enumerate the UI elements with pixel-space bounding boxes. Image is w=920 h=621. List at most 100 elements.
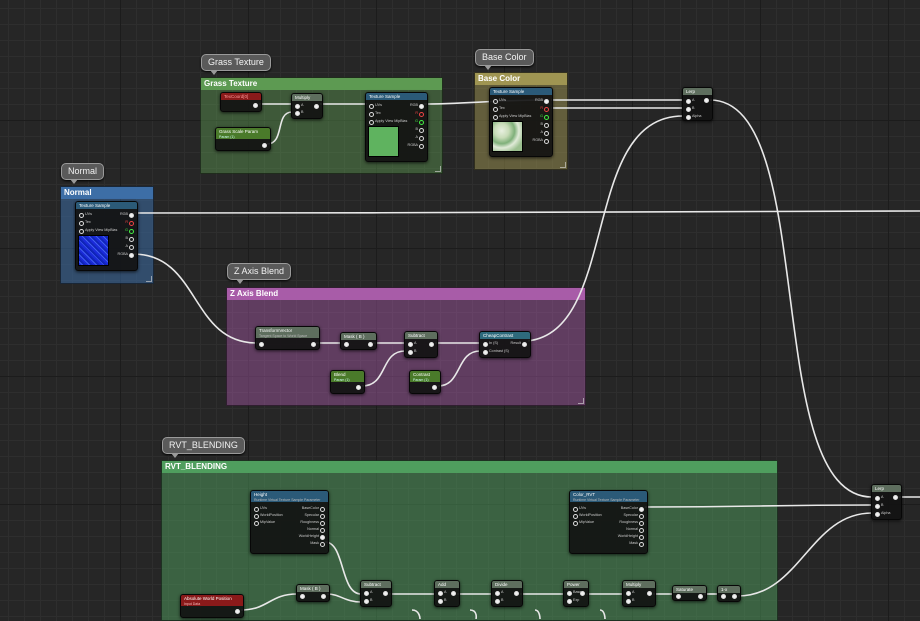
- output-pin[interactable]: [704, 98, 709, 103]
- input-pin-b[interactable]: [364, 598, 369, 604]
- uvs-pin[interactable]: [573, 506, 578, 512]
- b-pin[interactable]: [129, 236, 134, 242]
- output-pin[interactable]: [647, 591, 652, 596]
- mipvalue-pin[interactable]: [573, 520, 578, 526]
- transform-vector-node[interactable]: TransformVector Tangent Space to World S…: [255, 326, 320, 350]
- output-pin[interactable]: [314, 104, 319, 109]
- subtract-node[interactable]: Subtract A B: [360, 580, 392, 607]
- input-pin-in[interactable]: [483, 341, 488, 347]
- z-axis-comment-bubble[interactable]: Z Axis Blend: [227, 263, 292, 284]
- r-pin[interactable]: [544, 106, 549, 112]
- input-pin-a[interactable]: [295, 103, 300, 109]
- input-pin-exp[interactable]: [567, 598, 572, 604]
- g-pin[interactable]: [544, 114, 549, 120]
- power-node[interactable]: Power Base Exp: [563, 580, 589, 607]
- multiply-node[interactable]: Multiply A B: [291, 93, 323, 119]
- mask-pin[interactable]: [320, 541, 325, 547]
- input-pin-b[interactable]: [438, 598, 443, 604]
- rgba-pin[interactable]: [129, 252, 134, 258]
- rgb-pin[interactable]: [419, 103, 424, 109]
- input-pin-contrast[interactable]: [483, 349, 488, 355]
- input-pin-a[interactable]: [626, 590, 631, 596]
- mipbias-pin[interactable]: [493, 114, 498, 120]
- input-pin-b[interactable]: [295, 110, 300, 116]
- mask-pin[interactable]: [639, 541, 644, 547]
- mipvalue-pin[interactable]: [254, 520, 259, 526]
- a-pin[interactable]: [419, 135, 424, 141]
- normal-pin[interactable]: [639, 527, 644, 533]
- tex-pin[interactable]: [79, 220, 84, 226]
- roughness-pin[interactable]: [320, 520, 325, 526]
- mipbias-pin[interactable]: [79, 228, 84, 234]
- a-pin[interactable]: [129, 244, 134, 250]
- input-pin-a[interactable]: [408, 341, 413, 347]
- input-pin-a[interactable]: [686, 98, 691, 104]
- add-node[interactable]: Add A B: [434, 580, 460, 607]
- input-pin-b[interactable]: [626, 598, 631, 604]
- basecolor-pin[interactable]: [320, 506, 325, 512]
- normal-comment-bubble[interactable]: Normal: [61, 163, 105, 184]
- normal-texture-sample-node[interactable]: Texture Sample UVs RGB Tex R Apply View Mi…: [75, 201, 138, 271]
- output-pin[interactable]: [580, 591, 585, 596]
- output-pin[interactable]: [432, 385, 437, 390]
- input-pin[interactable]: [259, 342, 264, 347]
- one-minus-node[interactable]: 1-x: [717, 585, 741, 602]
- input-pin-b[interactable]: [686, 106, 691, 112]
- resize-grip-icon[interactable]: [578, 398, 584, 404]
- uvs-pin[interactable]: [79, 212, 84, 218]
- g-pin[interactable]: [419, 119, 424, 125]
- grass-texture-sample-node[interactable]: Texture Sample UVs RGB Tex R Apply View Mi…: [365, 92, 428, 162]
- lerp-node[interactable]: Lerp A B Alpha: [871, 484, 902, 520]
- input-pin-base[interactable]: [567, 590, 572, 596]
- input-pin-a[interactable]: [875, 495, 880, 501]
- input-pin-b[interactable]: [875, 503, 880, 509]
- worldposition-pin[interactable]: [573, 513, 578, 519]
- input-pin-alpha[interactable]: [875, 511, 880, 517]
- input-pin-a[interactable]: [364, 590, 369, 596]
- input-pin-alpha[interactable]: [686, 114, 691, 120]
- mask-b-node[interactable]: Mask ( B ): [340, 332, 377, 350]
- uvs-pin[interactable]: [493, 98, 498, 104]
- output-pin[interactable]: [732, 594, 737, 599]
- tex-pin[interactable]: [493, 106, 498, 112]
- a-pin[interactable]: [544, 130, 549, 136]
- input-pin[interactable]: [344, 342, 349, 347]
- input-pin-a[interactable]: [495, 590, 500, 596]
- rgba-pin[interactable]: [544, 138, 549, 144]
- rgba-pin[interactable]: [419, 143, 424, 149]
- uvs-pin[interactable]: [369, 103, 374, 109]
- rgb-pin[interactable]: [129, 212, 134, 218]
- contrast-param-node[interactable]: Contrast Param (1): [409, 370, 441, 394]
- resize-grip-icon[interactable]: [435, 166, 441, 172]
- r-pin[interactable]: [419, 111, 424, 117]
- base-color-texture-sample-node[interactable]: Texture Sample UVs RGB Tex R Apply View Mi…: [489, 87, 553, 157]
- cheap-contrast-node[interactable]: CheapContrast In (S) Result Contrast (S): [479, 331, 531, 358]
- tex-pin[interactable]: [369, 111, 374, 117]
- rvt-comment-bubble[interactable]: RVT_BLENDING: [162, 437, 245, 458]
- output-pin[interactable]: [429, 342, 434, 347]
- roughness-pin[interactable]: [639, 520, 644, 526]
- color-rvt-node[interactable]: Color_RVT Runtime Virtual Texture Sample…: [569, 490, 648, 554]
- g-pin[interactable]: [129, 228, 134, 234]
- divide-node[interactable]: Divide A B: [491, 580, 523, 607]
- worldheight-pin[interactable]: [320, 534, 325, 540]
- specular-pin[interactable]: [320, 513, 325, 519]
- b-pin[interactable]: [544, 122, 549, 128]
- result-pin[interactable]: [522, 341, 527, 347]
- input-pin[interactable]: [721, 594, 726, 599]
- blend-param-node[interactable]: Blend Param (1): [330, 370, 365, 394]
- input-pin[interactable]: [300, 594, 305, 599]
- worldposition-pin[interactable]: [254, 513, 259, 519]
- output-pin[interactable]: [698, 594, 703, 599]
- b-pin[interactable]: [419, 127, 424, 133]
- input-pin-b[interactable]: [408, 349, 413, 355]
- output-pin[interactable]: [514, 591, 519, 596]
- resize-grip-icon[interactable]: [146, 276, 152, 282]
- output-pin[interactable]: [893, 495, 898, 500]
- resize-grip-icon[interactable]: [560, 162, 566, 168]
- input-pin-a[interactable]: [438, 590, 443, 596]
- height-rvt-node[interactable]: Height Runtime Virtual Texture Sample Pa…: [250, 490, 329, 554]
- uvs-pin[interactable]: [254, 506, 259, 512]
- output-pin[interactable]: [235, 609, 240, 614]
- rgb-pin[interactable]: [544, 98, 549, 104]
